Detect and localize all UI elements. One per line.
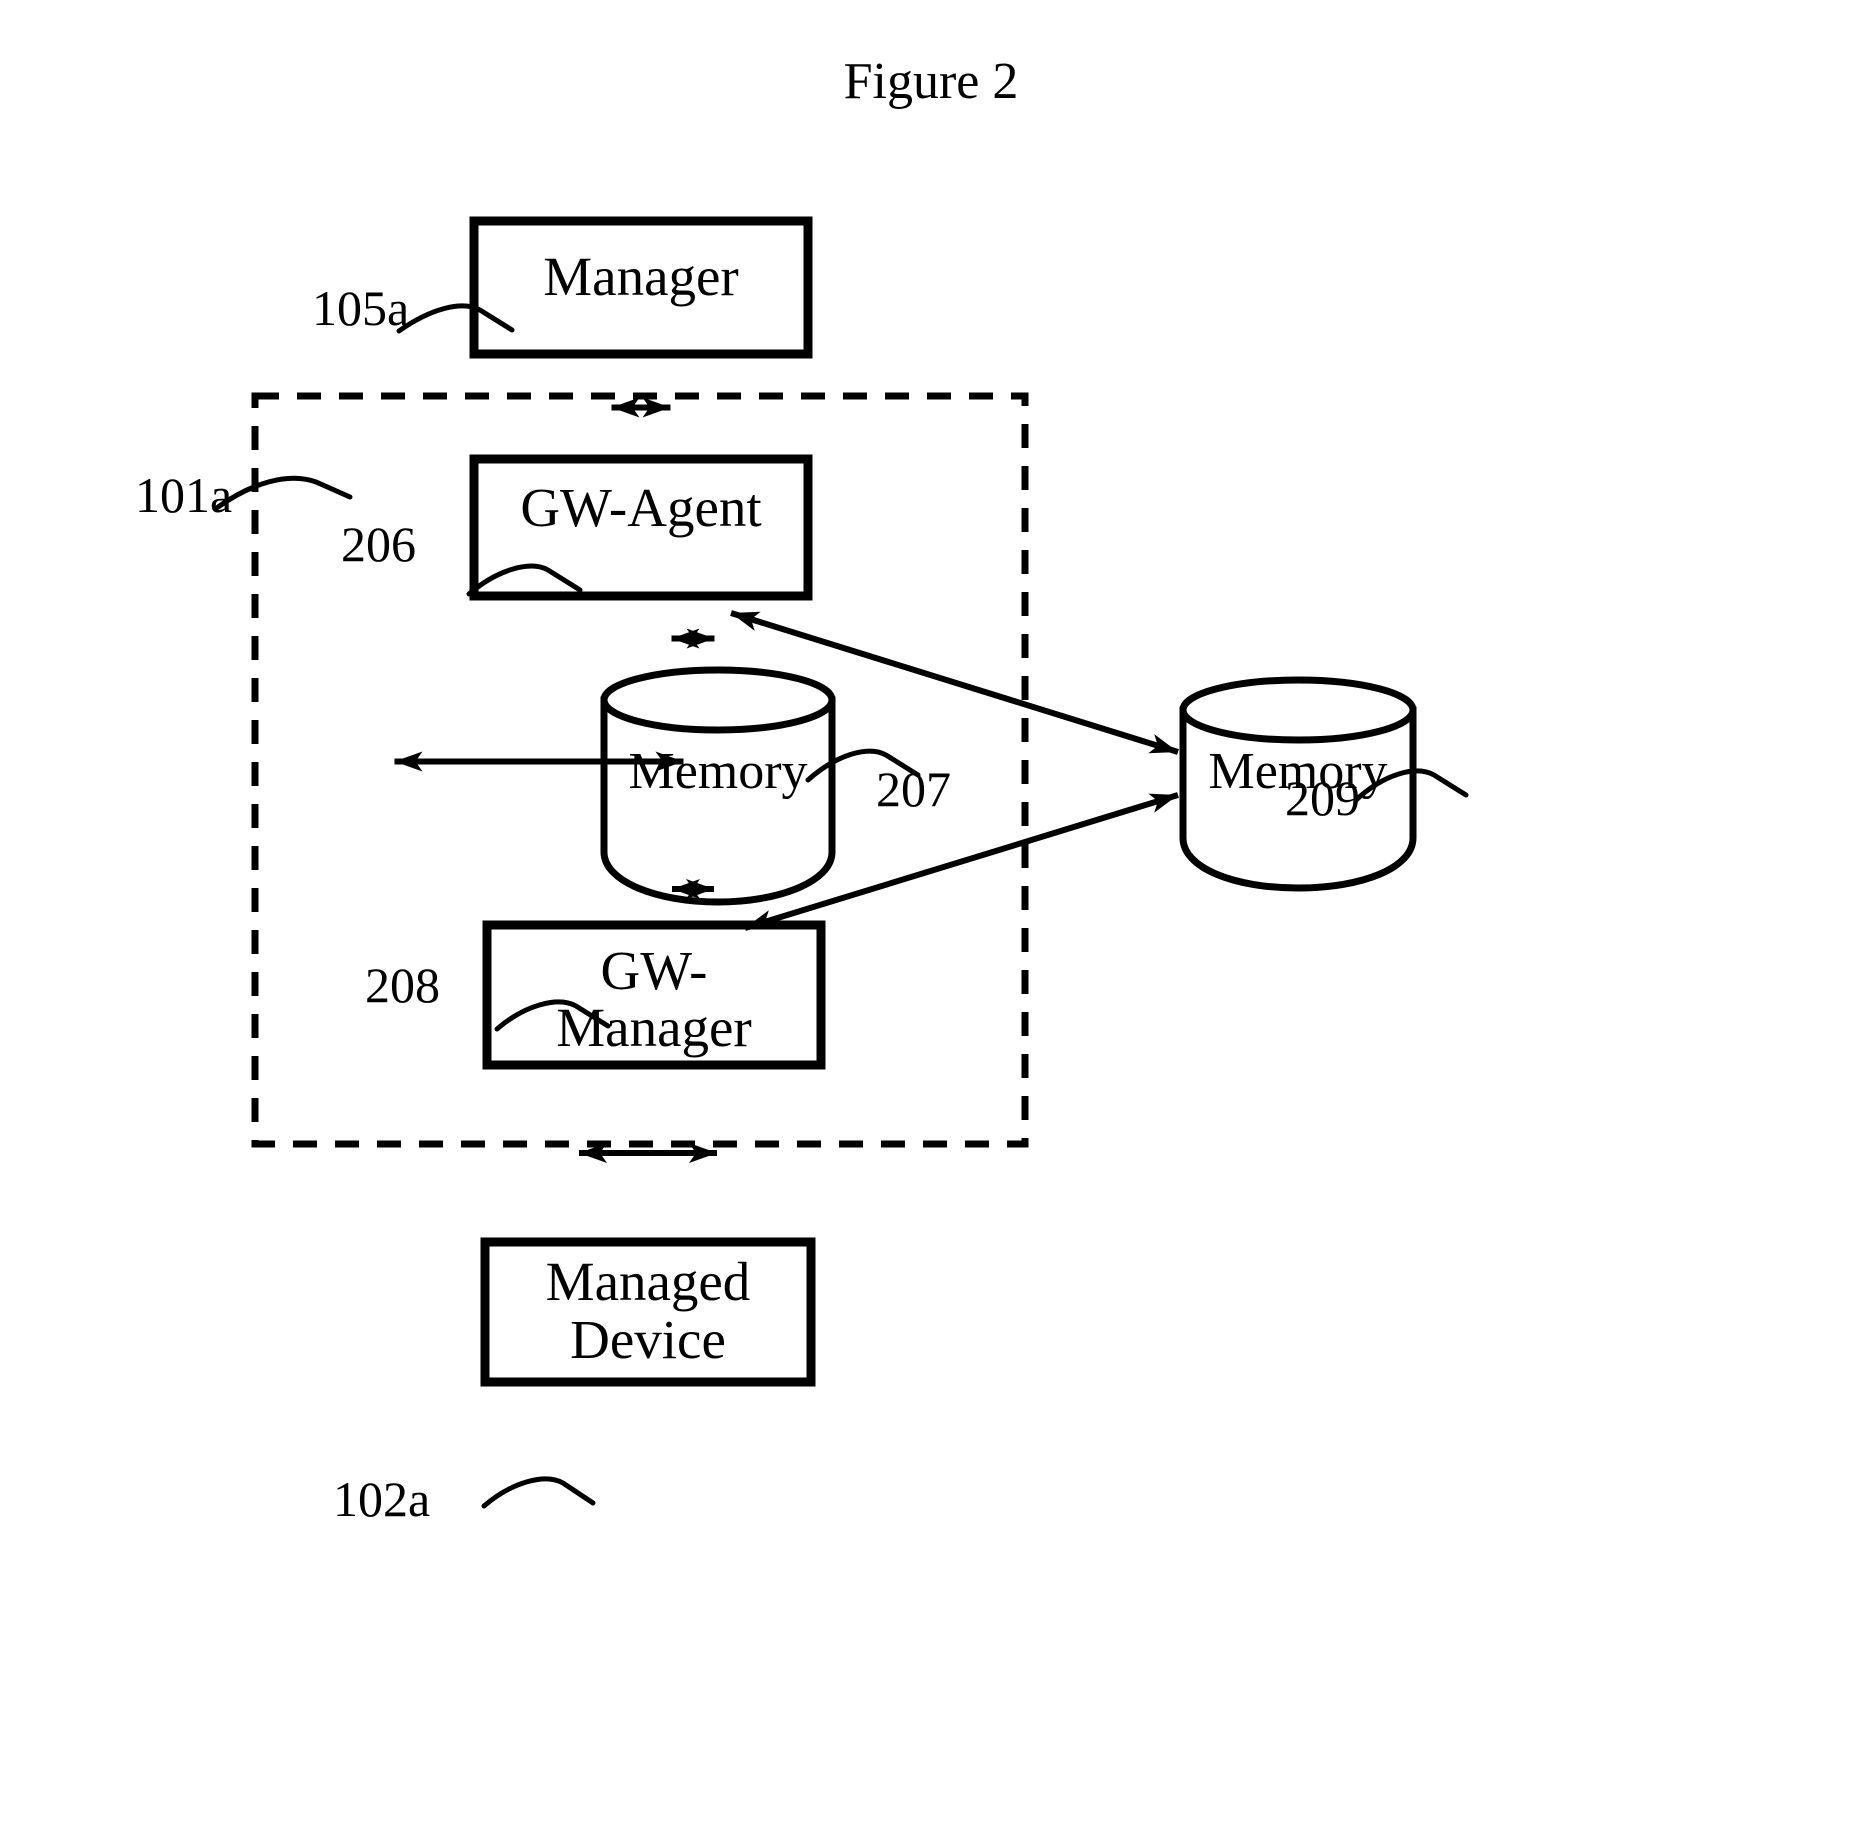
manager-box-label: Manager bbox=[543, 246, 738, 307]
managed-device-box-label-line2: Device bbox=[570, 1309, 726, 1370]
ref-number-105a: 105a bbox=[312, 280, 409, 336]
managed-device-box-label-line1: Managed bbox=[546, 1251, 751, 1312]
memory-internal-label: Memory bbox=[628, 743, 807, 800]
figure-title: Figure 2 bbox=[844, 53, 1019, 110]
leader-line-101a bbox=[215, 475, 353, 510]
ref-number-209: 209 bbox=[1285, 770, 1360, 826]
memory-internal-cylinder-top bbox=[600, 666, 836, 734]
leader-line-102a bbox=[481, 1476, 596, 1509]
gw-manager-box-label-line2: Manager bbox=[556, 997, 751, 1058]
ref-number-102a: 102a bbox=[333, 1471, 430, 1527]
gw-agent-box-label: GW-Agent bbox=[520, 477, 761, 538]
memory-external-cylinder-top bbox=[1179, 676, 1417, 744]
figure-svg: Figure 2 101a Manager 105a GW-Agent 206 … bbox=[135, 53, 1469, 1527]
ref-number-206: 206 bbox=[341, 516, 416, 572]
ref-number-208: 208 bbox=[365, 957, 440, 1013]
ref-number-101a: 101a bbox=[135, 467, 232, 523]
patent-figure-canvas: Figure 2 101a Manager 105a GW-Agent 206 … bbox=[0, 0, 1862, 1847]
gw-manager-box-label-line1: GW- bbox=[601, 940, 708, 1001]
ref-number-207: 207 bbox=[876, 761, 951, 817]
